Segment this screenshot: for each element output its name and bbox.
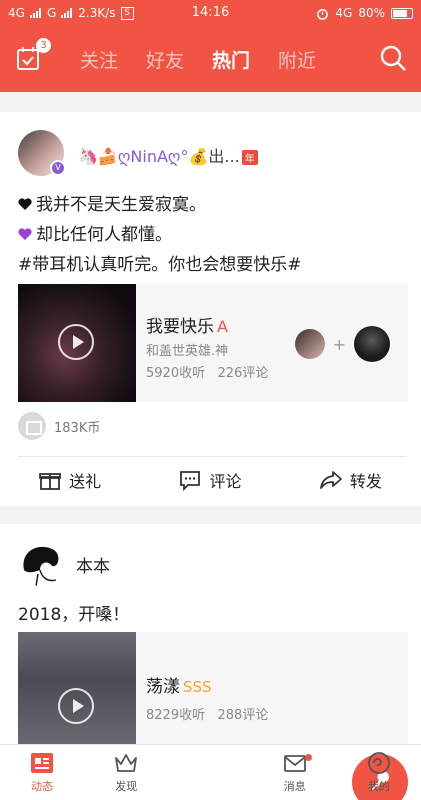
post-actions: 送礼 评论 转发 [0,468,421,492]
year-badge: 年 [241,150,258,165]
share-icon [319,471,342,489]
song-title: 荡漾 SSS [146,672,212,697]
song-thumbnail [18,632,136,750]
comment-icon [180,471,201,491]
bottom-nav: 动态 发现 消息 我的 [0,744,421,800]
username-prefix: 🦄🍰 [78,147,118,166]
nav-discover-label: 发现 [115,780,138,793]
duet-avatar-2 [354,326,390,362]
status-bar: 4G G 2.3K/s S 14:16 4G 80% [0,0,421,26]
song-thumbnail [18,284,136,402]
black-heart-icon [18,198,32,210]
tab-friends[interactable]: 好友 [146,46,184,73]
clock: 14:16 [191,5,230,20]
feed-tabs: 关注 好友 热门 附近 [80,46,316,73]
share-button[interactable]: 转发 [281,468,421,492]
tab-popular[interactable]: 热门 [212,46,250,73]
play-icon[interactable] [58,688,94,724]
top-nav: 3 关注 好友 热门 附近 [0,38,421,84]
share-label: 转发 [349,472,382,491]
listen-count: 5920收听 [146,366,206,381]
comment-label: 评论 [209,472,242,491]
play-icon[interactable] [58,324,94,360]
song-tier: A [217,317,228,336]
post-text: 我并不是天生爱寂寞。 [36,195,206,215]
song-card[interactable]: 荡漾 SSS 8229收听 288评论 [18,632,408,750]
divider [18,456,407,457]
gift-button[interactable]: 送礼 [0,468,140,492]
calendar-badge: 3 [36,38,51,53]
gift-box-icon [18,412,46,440]
song-stats: 5920收听 226评论 [146,362,268,381]
duet-avatars[interactable]: + [294,326,390,362]
avatar-sketch-icon [23,546,59,586]
nav-sing[interactable] [168,754,409,800]
username[interactable]: 🦄🍰ღNinAღ°💰出... 年 [78,143,258,167]
gift-label: 送礼 [69,472,102,491]
comment-button[interactable]: 评论 [140,468,280,492]
top-header: 4G G 2.3K/s S 14:16 4G 80% 3 关注 好友 热门 附近 [0,0,421,92]
nav-profile[interactable]: 我的 [337,750,421,800]
unread-dot [304,754,312,761]
feed-icon [31,753,54,773]
verified-badge: V [50,160,66,176]
listen-count: 8229收听 [146,708,206,723]
username-suffix: 💰出... [188,147,240,166]
comment-count: 288评论 [217,708,269,723]
nav-profile-label: 我的 [367,780,390,793]
tab-nearby[interactable]: 附近 [278,46,316,73]
duet-plus: + [332,334,346,354]
username[interactable]: 本本 [76,552,110,577]
gift-icon [39,473,62,490]
post-text: 2018，开嗓！ [18,605,130,625]
song-tier: SSS [183,678,212,696]
crown-icon [115,754,138,772]
post-hashtag[interactable]: #带耳机认真听完。你也会想要快乐# [18,250,302,275]
mail-icon [283,755,306,772]
song-title: 我要快乐 A [146,312,228,337]
nav-messages-label: 消息 [283,780,306,793]
search-icon[interactable] [379,44,407,72]
feed-card: V 🦄🍰ღNinAღ°💰出... 年 我并不是天生爱寂寞。 却比任何人都懂。 #带… [0,112,421,506]
nav-discover[interactable]: 发现 [84,750,168,800]
song-stats: 8229收听 288评论 [146,704,268,723]
song-title-text: 荡漾 [146,677,180,697]
nav-messages[interactable]: 消息 [253,750,337,800]
post-text: 却比任何人都懂。 [36,225,172,245]
avatar[interactable] [18,540,64,586]
song-artist: 和盖世英雄.神 [146,344,229,359]
nav-feed-label: 动态 [31,780,54,793]
battery-icon [391,7,413,19]
comment-count: 226评论 [217,366,269,381]
nav-feed[interactable]: 动态 [0,750,84,800]
song-title-text: 我要快乐 [146,317,214,337]
duet-avatar-1 [294,329,325,359]
purple-heart-icon [18,228,32,240]
feed-card: 本本 2018，开嗓！ 荡漾 SSS 8229收听 288评论 [0,524,421,750]
song-card[interactable]: 我要快乐 A 和盖世英雄.神 5920收听 226评论 + [18,284,408,402]
post-text-line: 我并不是天生爱寂寞。 [18,190,206,215]
gift-summary[interactable]: 183K币 [18,412,100,440]
gift-amount: 183K币 [54,420,101,436]
profile-icon [368,752,390,774]
tab-following[interactable]: 关注 [80,46,118,73]
post-text-line: 却比任何人都懂。 [18,220,172,245]
username-text: ღNinAღ° [117,147,189,166]
